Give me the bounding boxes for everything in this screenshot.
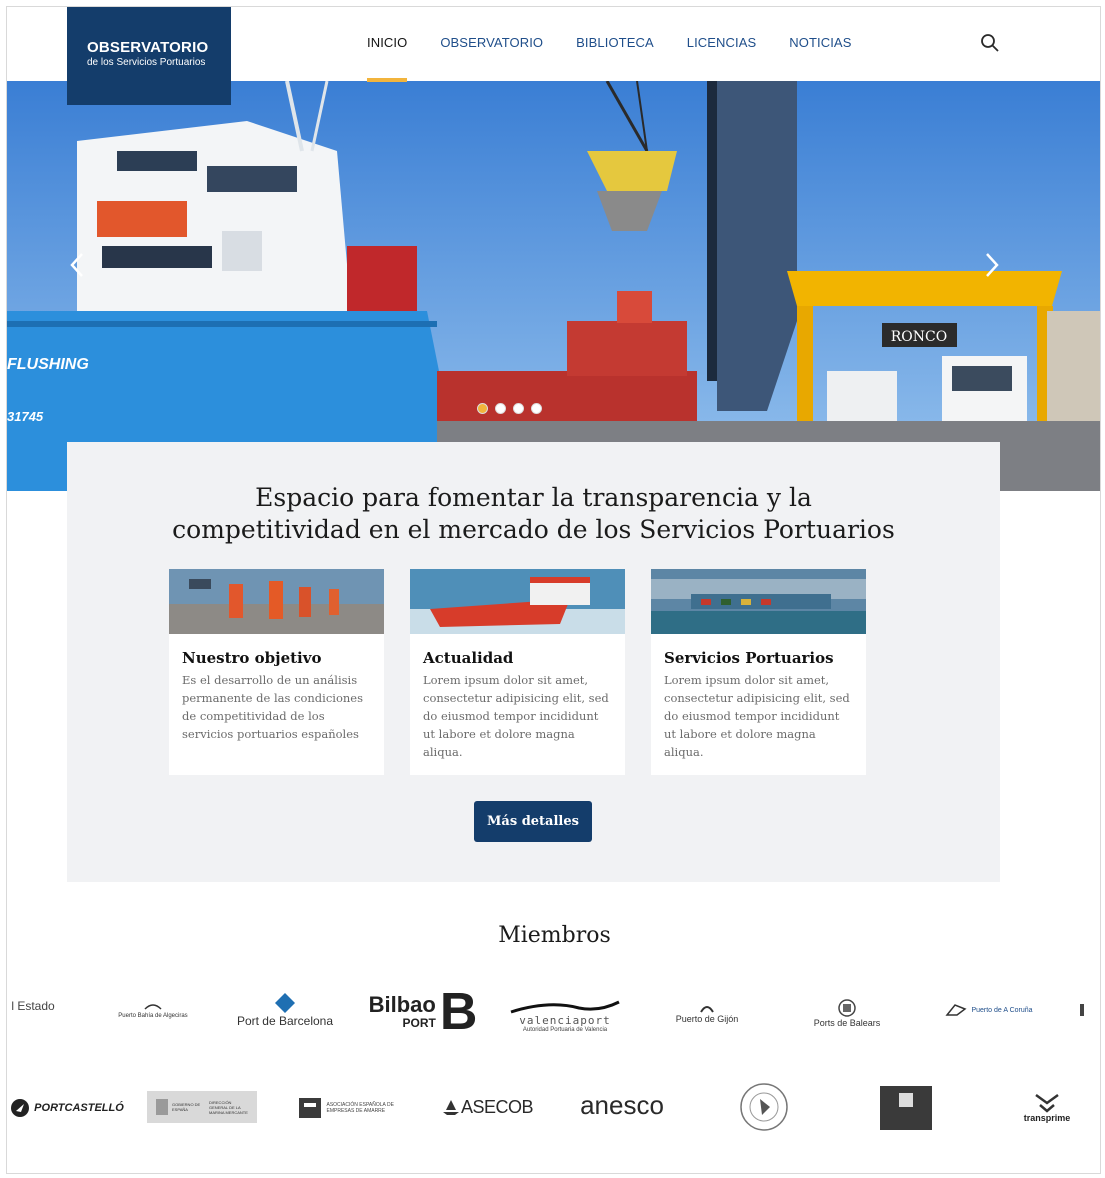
nav-item-licencias[interactable]: LICENCIAS — [687, 35, 757, 50]
hero-carousel[interactable]: FLUSHING 31745 RONCO — [7, 81, 1100, 491]
spain-coat-of-arms-icon — [156, 1099, 168, 1115]
amarre-icon — [298, 1098, 321, 1118]
coruna-wave-icon — [945, 1004, 967, 1016]
member-logo-marina-mercante[interactable]: GOBIERNO DE ESPAÑA DIRECCIÓN GENERAL DE … — [147, 1091, 257, 1123]
carousel-dot[interactable] — [477, 403, 488, 414]
member-logo-estado[interactable]: l Estado — [7, 996, 59, 1016]
member-logo-asecob[interactable]: ASECOB — [432, 1089, 542, 1125]
carousel-dot[interactable] — [513, 403, 524, 414]
valenciaport-wave-icon — [510, 1000, 620, 1013]
card-actualidad[interactable]: Actualidad Lorem ipsum dolor sit amet, c… — [410, 569, 625, 775]
logo-text: PORT — [402, 1016, 436, 1030]
logo-text: Puerto de A Coruña — [971, 1006, 1033, 1014]
asecob-ship-icon — [442, 1100, 459, 1115]
logo-text: Bilbao — [368, 992, 436, 1017]
nav-item-noticias[interactable]: NOTICIAS — [789, 35, 851, 50]
carousel-indicators — [477, 403, 542, 414]
carousel-dot[interactable] — [531, 403, 542, 414]
logo-text: Autoridad Portuaria de Valencia — [522, 1026, 608, 1033]
gijon-emblem-icon — [700, 1006, 714, 1013]
members-logos-row-1: l Estado Puerto Bahía de Algeciras Port … — [7, 982, 1100, 1052]
member-logo-partial[interactable] — [1067, 1000, 1097, 1020]
card-text: Lorem ipsum dolor sit amet, consectetur … — [664, 673, 850, 759]
card-image — [651, 569, 866, 634]
logo-text: PORTCASTELLÓ — [34, 1102, 124, 1114]
logo-text: ASECOB — [460, 1096, 534, 1117]
logo-text: GOBIERNO DE ESPAÑA — [172, 1102, 201, 1112]
member-logo-barcelona[interactable]: Port de Barcelona — [225, 982, 345, 1038]
logo-text: Ports de Balears — [813, 1018, 881, 1028]
search-icon[interactable] — [980, 33, 1000, 53]
logo-text: anesco — [580, 1089, 664, 1120]
practicos-seal-icon — [740, 1083, 788, 1131]
logo-text: DIRECCIÓN GENERAL DE LA MARINA MERCANTE — [209, 1099, 248, 1115]
transprime-icon — [1035, 1093, 1059, 1113]
member-logo-valenciaport[interactable]: valenciaport Autoridad Portuaria de Vale… — [505, 988, 625, 1044]
logo-text: valenciaport — [519, 1013, 611, 1027]
nav-item-observatorio[interactable]: OBSERVATORIO — [440, 35, 543, 50]
main-nav: INICIO OBSERVATORIO BIBLIOTECA LICENCIAS… — [367, 35, 884, 82]
member-logo-algeciras[interactable]: Puerto Bahía de Algeciras — [103, 990, 203, 1030]
member-logo-gijon[interactable]: Puerto de Gijón — [657, 988, 757, 1038]
card-image — [410, 569, 625, 634]
card-objetivo[interactable]: Nuestro objetivo Es el desarrollo de un … — [169, 569, 384, 775]
portcastello-icon — [11, 1099, 30, 1117]
nav-item-biblioteca[interactable]: BIBLIOTECA — [576, 35, 654, 50]
barcelona-diamond-icon — [275, 993, 295, 1013]
card-servicios-portuarios[interactable]: Servicios Portuarios Lorem ipsum dolor s… — [651, 569, 866, 775]
members-logos-row-2: PORTCASTELLÓ GOBIERNO DE ESPAÑA DIRECCIÓ… — [7, 1075, 1100, 1145]
ship-number: 31745 — [7, 409, 44, 424]
member-logo-bilbao[interactable]: Bilbao PORT B — [367, 982, 479, 1042]
hero-image: FLUSHING 31745 RONCO — [7, 81, 1100, 491]
logo-text: transprime — [1023, 1113, 1071, 1123]
member-logo-transprime[interactable]: transprime — [1012, 1083, 1082, 1131]
ship-name: FLUSHING — [7, 356, 89, 373]
member-logo-practicos[interactable] — [732, 1081, 796, 1133]
page-frame: INICIO OBSERVATORIO BIBLIOTECA LICENCIAS… — [6, 6, 1101, 1174]
balears-crest-icon — [838, 999, 856, 1017]
chevron-left-icon[interactable] — [67, 251, 87, 279]
logo-text: B — [439, 983, 478, 1041]
mas-detalles-button[interactable]: Más detalles — [474, 801, 592, 842]
card-image — [169, 569, 384, 634]
card-title: Servicios Portuarios — [664, 649, 834, 667]
logo-text: ASOCIACIÓN ESPAÑOLA DE EMPRESAS DE AMARR… — [326, 1102, 394, 1114]
member-logo-anesco[interactable]: anesco — [572, 1085, 672, 1125]
card-text: Es el desarrollo de un análisis permanen… — [182, 673, 364, 741]
chevron-right-icon[interactable] — [982, 251, 1002, 279]
port-authority-badge-icon — [880, 1086, 932, 1130]
member-logo-balears[interactable]: Ports de Balears — [797, 984, 897, 1042]
logo-subtitle: de los Servicios Portuarios — [87, 57, 206, 68]
members-title: Miembros — [498, 923, 611, 948]
site-logo[interactable]: OBSERVATORIO de los Servicios Portuarios — [67, 7, 231, 105]
crane-brand-sign: RONCO — [891, 329, 947, 345]
member-logo-coruna[interactable]: Puerto de A Coruña — [929, 1000, 1049, 1020]
intro-panel: Espacio para fomentar la transparencia y… — [67, 442, 1000, 882]
member-logo-balears-authority[interactable] — [879, 1085, 933, 1131]
algeciras-emblem-icon — [144, 1004, 162, 1010]
lighthouse-icon — [1080, 1004, 1084, 1016]
logo-text: Port de Barcelona — [236, 1014, 334, 1028]
intro-headline: Espacio para fomentar la transparencia y… — [172, 483, 895, 544]
nav-item-inicio[interactable]: INICIO — [367, 35, 408, 82]
logo-text: Puerto Bahía de Algeciras — [118, 1013, 188, 1019]
card-text: Lorem ipsum dolor sit amet, consectetur … — [423, 673, 609, 759]
card-title: Nuestro objetivo — [182, 649, 322, 667]
card-title: Actualidad — [423, 649, 514, 667]
logo-title: OBSERVATORIO — [87, 39, 209, 56]
carousel-dot[interactable] — [495, 403, 506, 414]
logo-text: Puerto de Gijón — [675, 1014, 739, 1024]
member-logo-portcastello[interactable]: PORTCASTELLÓ — [7, 1093, 127, 1123]
member-logo-amarre[interactable]: ASOCIACIÓN ESPAÑOLA DE EMPRESAS DE AMARR… — [287, 1093, 407, 1123]
